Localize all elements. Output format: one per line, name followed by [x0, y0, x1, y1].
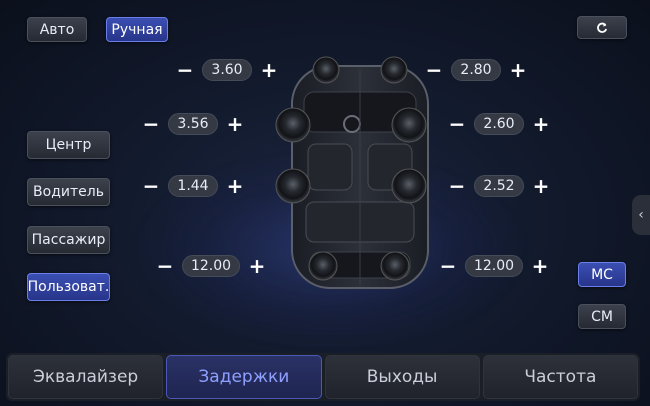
tab-outputs[interactable]: Выходы: [324, 355, 480, 399]
chevron-left-icon: ‹: [638, 207, 644, 223]
reset-button[interactable]: [577, 16, 627, 39]
door-front-left-delay-value: 3.56: [168, 113, 218, 135]
ms-unit-button[interactable]: МС: [578, 262, 626, 287]
preset-driver-button[interactable]: Водитель: [27, 178, 110, 206]
auto-mode-button[interactable]: Авто: [27, 17, 87, 42]
door-rear-right-delay-control: − 2.52 +: [446, 174, 552, 198]
plus-button[interactable]: +: [224, 176, 246, 196]
plus-button[interactable]: +: [507, 60, 529, 80]
car-illustration: [275, 56, 429, 289]
plus-button[interactable]: +: [529, 256, 551, 276]
door-rear-left-delay-control: − 1.44 +: [140, 174, 246, 198]
door-rear-right-delay-value: 2.52: [474, 175, 524, 197]
delay-settings-screen: Авто Ручная Центр Водитель Пассажир Поль…: [0, 0, 650, 406]
plus-button[interactable]: +: [246, 256, 268, 276]
door-rear-left-delay-value: 1.44: [168, 175, 218, 197]
cm-unit-button[interactable]: СМ: [578, 304, 626, 329]
plus-button[interactable]: +: [224, 114, 246, 134]
bottom-tab-bar: Эквалайзер Задержки Выходы Частота: [6, 353, 640, 401]
side-panel-handle[interactable]: ‹: [632, 195, 650, 235]
front-left-delay-control: − 3.60 +: [174, 58, 280, 82]
rear-right-delay-value: 12.00: [465, 255, 523, 277]
preset-center-button[interactable]: Центр: [27, 131, 110, 159]
front-right-delay-value: 2.80: [451, 59, 501, 81]
manual-mode-button[interactable]: Ручная: [106, 17, 168, 42]
tab-delays[interactable]: Задержки: [166, 355, 322, 399]
plus-button[interactable]: +: [258, 60, 280, 80]
minus-button[interactable]: −: [423, 60, 445, 80]
minus-button[interactable]: −: [174, 60, 196, 80]
door-front-right-delay-control: − 2.60 +: [446, 112, 552, 136]
minus-button[interactable]: −: [154, 256, 176, 276]
minus-button[interactable]: −: [140, 176, 162, 196]
refresh-icon: [597, 22, 608, 33]
minus-button[interactable]: −: [446, 114, 468, 134]
tab-frequency[interactable]: Частота: [482, 355, 638, 399]
preset-passenger-button[interactable]: Пассажир: [27, 226, 110, 254]
plus-button[interactable]: +: [530, 114, 552, 134]
tab-equalizer[interactable]: Эквалайзер: [8, 355, 164, 399]
minus-button[interactable]: −: [446, 176, 468, 196]
minus-button[interactable]: −: [437, 256, 459, 276]
door-front-right-delay-value: 2.60: [474, 113, 524, 135]
rear-right-delay-control: − 12.00 +: [437, 254, 551, 278]
plus-button[interactable]: +: [530, 176, 552, 196]
front-left-delay-value: 3.60: [202, 59, 252, 81]
rear-left-delay-value: 12.00: [182, 255, 240, 277]
rear-left-delay-control: − 12.00 +: [154, 254, 268, 278]
minus-button[interactable]: −: [140, 114, 162, 134]
preset-user-button[interactable]: Пользоват.: [27, 273, 110, 301]
door-front-left-delay-control: − 3.56 +: [140, 112, 246, 136]
front-right-delay-control: − 2.80 +: [423, 58, 529, 82]
